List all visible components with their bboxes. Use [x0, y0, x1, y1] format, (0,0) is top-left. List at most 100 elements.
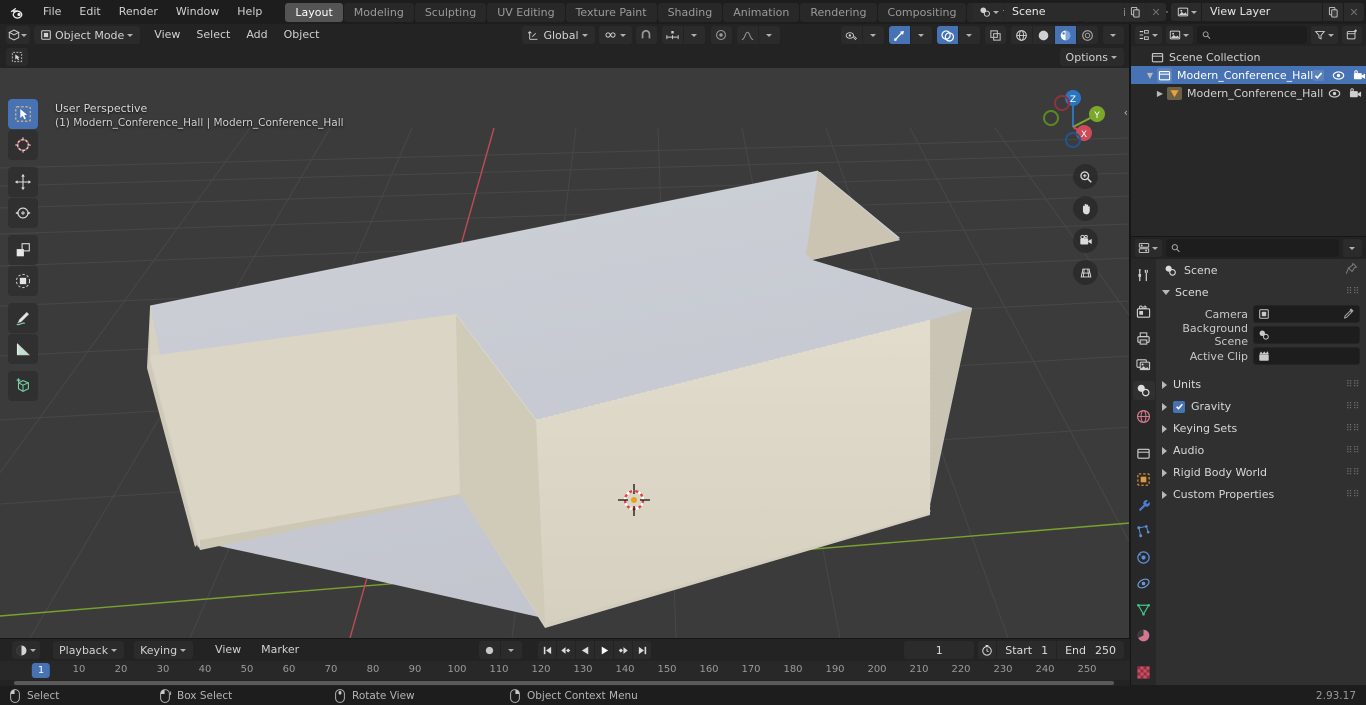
transform-orientation-selector[interactable]: Global: [522, 26, 595, 44]
tool-add-cube[interactable]: [8, 371, 38, 401]
tab-modeling[interactable]: Modeling: [343, 2, 414, 22]
current-frame-field[interactable]: 1: [904, 641, 975, 659]
frame-start-field[interactable]: Start 1: [997, 641, 1057, 659]
tab-sculpting[interactable]: Sculpting: [414, 2, 487, 22]
jump-to-end-icon[interactable]: [633, 641, 651, 659]
tool-measure[interactable]: [8, 334, 38, 364]
outliner-editor-type-button[interactable]: [1135, 26, 1162, 44]
navigation-gizmo[interactable]: Z Y X: [1038, 80, 1108, 150]
jump-prev-keyframe-icon[interactable]: [557, 641, 575, 659]
timeline-keying-menu[interactable]: Keying: [134, 641, 194, 659]
tool-transform[interactable]: [8, 266, 38, 296]
gravity-checkbox[interactable]: [1173, 400, 1185, 413]
outliner-search-field[interactable]: [1214, 28, 1302, 42]
play-reverse-icon[interactable]: [576, 641, 594, 659]
outliner-row-collection-modern-conference-hall[interactable]: ▼ Modern_Conference_Hall: [1131, 66, 1366, 84]
tab-uv-editing[interactable]: UV Editing: [487, 2, 565, 22]
object-visibility-icon[interactable]: [841, 26, 862, 44]
gizmo-dropdown-button[interactable]: [911, 26, 932, 44]
blender-logo-icon[interactable]: [4, 0, 30, 24]
show-overlays-icon[interactable]: [937, 26, 958, 44]
frame-end-field[interactable]: End 250: [1057, 641, 1124, 659]
visibility-dropdown-button[interactable]: [863, 26, 884, 44]
snap-target-icon[interactable]: [661, 26, 683, 44]
properties-tab-particles[interactable]: [1133, 522, 1155, 541]
shading-material-preview-icon[interactable]: [1055, 26, 1076, 44]
unlink-viewlayer-button[interactable]: ✕: [1344, 3, 1364, 21]
shading-dropdown-button[interactable]: [1103, 26, 1124, 44]
timeline-playback-menu[interactable]: Playback: [53, 641, 125, 659]
properties-tab-modifiers[interactable]: [1133, 496, 1155, 515]
camera-field[interactable]: [1253, 305, 1360, 323]
eye-visibility-icon[interactable]: [1332, 70, 1345, 81]
view-layer-icon[interactable]: [1171, 3, 1201, 21]
tab-rendering[interactable]: Rendering: [800, 2, 877, 22]
properties-options-button[interactable]: [1343, 239, 1362, 257]
scene-icon[interactable]: [973, 3, 1003, 21]
outliner-filter-button[interactable]: [1311, 26, 1338, 44]
auto-keying-dropdown-button[interactable]: [501, 641, 522, 659]
properties-tab-object[interactable]: [1133, 470, 1155, 489]
properties-tab-physics[interactable]: [1133, 548, 1155, 567]
editor-type-button[interactable]: [6, 26, 30, 44]
properties-tab-material[interactable]: [1133, 626, 1155, 645]
properties-tab-texture[interactable]: [1133, 663, 1155, 682]
checkbox-enable-in-viewport[interactable]: [1313, 69, 1325, 81]
show-gizmo-icon[interactable]: [889, 26, 910, 44]
camera-render-visibility-icon[interactable]: [1353, 69, 1366, 81]
viewport-options-button[interactable]: Options: [1059, 48, 1124, 66]
tab-layout[interactable]: Layout: [285, 2, 343, 22]
menu-file[interactable]: File: [34, 2, 70, 22]
playhead-indicator[interactable]: 1: [31, 663, 51, 678]
properties-tab-constraints[interactable]: [1133, 574, 1155, 593]
tool-annotate[interactable]: [8, 303, 38, 333]
viewport-menu-view[interactable]: View: [146, 26, 188, 44]
expand-triangle-right-icon[interactable]: ▶: [1153, 89, 1167, 98]
falloff-dropdown-button[interactable]: [758, 26, 780, 44]
auto-keying-record-icon[interactable]: [479, 641, 500, 659]
timeline-scrollbar-thumb[interactable]: [14, 681, 1114, 685]
outliner-row-scene-collection[interactable]: Scene Collection: [1131, 48, 1366, 66]
play-icon[interactable]: [595, 641, 613, 659]
toggle-perspective-icon[interactable]: [1073, 260, 1098, 285]
properties-tab-view-layer[interactable]: [1133, 355, 1155, 374]
panel-rigid-body-world[interactable]: Rigid Body World ⠿⠿: [1156, 462, 1366, 483]
shading-solid-icon[interactable]: [1033, 26, 1054, 44]
jump-to-start-icon[interactable]: [538, 641, 556, 659]
active-tool-icon-small[interactable]: [6, 48, 28, 66]
menu-edit[interactable]: Edit: [70, 2, 109, 22]
eyedropper-icon[interactable]: [1343, 307, 1355, 322]
outliner-row-object-modern-conference-hall[interactable]: ▶ Modern_Conference_Hall: [1131, 84, 1366, 102]
tool-select-box[interactable]: [8, 99, 38, 129]
scene-panel-header[interactable]: Scene ⠿⠿: [1156, 281, 1366, 303]
new-scene-button[interactable]: [1125, 3, 1145, 21]
timeline-ruler[interactable]: 1 10 20 30 40 50 60 70 80 90 100 110 120…: [0, 661, 1130, 681]
menu-help[interactable]: Help: [228, 2, 271, 22]
snap-dropdown-button[interactable]: [683, 26, 705, 44]
panel-units[interactable]: Units ⠿⠿: [1156, 374, 1366, 395]
scene-selector[interactable]: Scene ✕: [973, 3, 1166, 21]
panel-keying-sets[interactable]: Keying Sets ⠿⠿: [1156, 418, 1366, 439]
shading-rendered-icon[interactable]: [1077, 26, 1098, 44]
new-viewlayer-button[interactable]: [1323, 3, 1343, 21]
tab-texture-paint[interactable]: Texture Paint: [565, 2, 657, 22]
scene-name-field[interactable]: Scene: [1004, 3, 1124, 21]
properties-tab-object-data[interactable]: [1133, 600, 1155, 619]
viewlayer-name-field[interactable]: View Layer: [1202, 3, 1322, 21]
tool-cursor[interactable]: [8, 130, 38, 160]
properties-search-input[interactable]: [1166, 239, 1339, 257]
timeline-marker-menu[interactable]: Marker: [253, 641, 307, 659]
overlay-dropdown-button[interactable]: [959, 26, 980, 44]
panel-gravity[interactable]: Gravity ⠿⠿: [1156, 396, 1366, 417]
use-preview-range-icon[interactable]: [978, 641, 997, 659]
tab-shading[interactable]: Shading: [657, 2, 723, 22]
falloff-curve-icon[interactable]: [736, 26, 758, 44]
properties-tab-tool[interactable]: [1133, 266, 1155, 285]
panel-audio[interactable]: Audio ⠿⠿: [1156, 440, 1366, 461]
jump-next-keyframe-icon[interactable]: [614, 641, 632, 659]
camera-render-visibility-icon[interactable]: [1349, 87, 1362, 99]
viewport-menu-object[interactable]: Object: [276, 26, 328, 44]
pin-icon[interactable]: [1345, 262, 1358, 278]
unlink-scene-button[interactable]: ✕: [1146, 3, 1166, 21]
viewport-sidebar-toggle[interactable]: ‹: [1124, 106, 1128, 119]
